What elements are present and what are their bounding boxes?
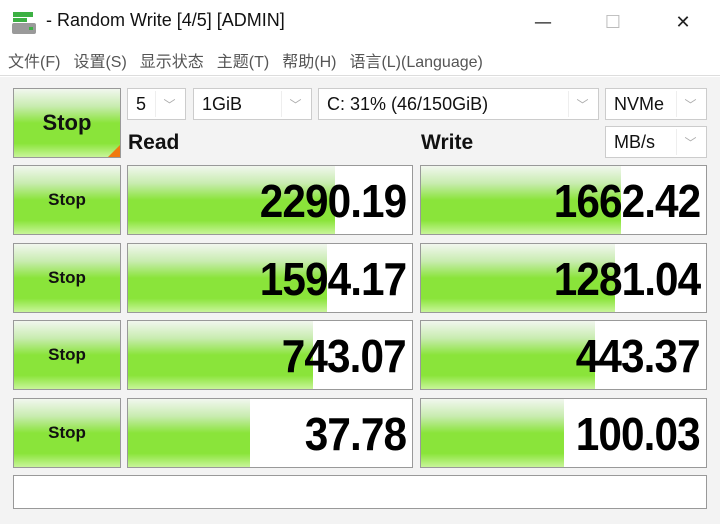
menu-bar: 文件(F) 设置(S) 显示状态 主题(T) 帮助(H) 语言(L)(Langu… — [0, 44, 720, 76]
write-result: 1281.04 — [420, 243, 707, 313]
read-result: 743.07 — [127, 320, 413, 390]
read-result: 2290.19 — [127, 165, 413, 235]
row-stop-label: Stop — [48, 423, 86, 442]
chevron-down-icon: ﹀ — [676, 91, 704, 117]
read-result: 1594.17 — [127, 243, 413, 313]
close-button[interactable]: ✕ — [660, 6, 706, 38]
row-stop-button[interactable]: Stop — [13, 243, 121, 313]
write-value: 100.03 — [576, 408, 701, 460]
close-icon: ✕ — [675, 11, 691, 33]
drive-select[interactable]: C: 31% (46/150GiB) ﹀ — [318, 88, 599, 120]
menu-language[interactable]: 语言(L)(Language) — [349, 48, 482, 72]
chevron-down-icon: ﹀ — [281, 91, 309, 117]
size-value: 1GiB — [202, 93, 243, 114]
write-value: 1662.42 — [553, 175, 700, 227]
row-stop-button[interactable]: Stop — [13, 398, 121, 468]
read-value: 2290.19 — [259, 175, 406, 227]
read-result: 37.78 — [127, 398, 413, 468]
row-stop-label: Stop — [48, 268, 86, 287]
minimize-button[interactable]: — — [520, 6, 566, 38]
minimize-icon: — — [534, 11, 552, 33]
mode-value: NVMe — [614, 93, 665, 114]
write-header: Write — [421, 131, 474, 154]
main-stop-label: Stop — [42, 110, 92, 135]
chevron-down-icon: ﹀ — [676, 129, 704, 155]
read-value: 37.78 — [304, 408, 407, 460]
window-title: - Random Write [4/5] [ADMIN] — [46, 10, 285, 30]
size-select[interactable]: 1GiB ﹀ — [193, 88, 312, 120]
menu-theme[interactable]: 主题(T) — [217, 48, 269, 72]
count-value: 5 — [136, 93, 147, 114]
read-value: 743.07 — [282, 330, 407, 382]
menu-help[interactable]: 帮助(H) — [282, 48, 336, 72]
write-bar — [421, 399, 564, 467]
mode-select[interactable]: NVMe ﹀ — [605, 88, 707, 120]
title-bar: - Random Write [4/5] [ADMIN] — ☐ ✕ — [0, 0, 720, 44]
row-stop-label: Stop — [48, 190, 86, 209]
maximize-button[interactable]: ☐ — [590, 6, 636, 38]
count-select[interactable]: 5 ﹀ — [127, 88, 186, 120]
row-stop-button[interactable]: Stop — [13, 320, 121, 390]
write-bar — [421, 321, 595, 389]
menu-display[interactable]: 显示状态 — [140, 48, 204, 72]
unit-select[interactable]: MB/s ﹀ — [605, 126, 707, 158]
drive-value: C: 31% (46/150GiB) — [327, 93, 489, 114]
write-value: 1281.04 — [553, 253, 700, 305]
read-header: Read — [128, 131, 180, 154]
write-result: 100.03 — [420, 398, 707, 468]
unit-value: MB/s — [614, 131, 656, 152]
write-result: 443.37 — [420, 320, 707, 390]
chevron-down-icon: ﹀ — [568, 91, 596, 117]
main-stop-button[interactable]: Stop — [13, 88, 121, 158]
disk-icon — [12, 12, 36, 34]
menu-file[interactable]: 文件(F) — [8, 48, 60, 72]
row-stop-label: Stop — [48, 345, 86, 364]
maximize-icon: ☐ — [604, 11, 622, 33]
write-result: 1662.42 — [420, 165, 707, 235]
chevron-down-icon: ﹀ — [155, 91, 183, 117]
read-value: 1594.17 — [259, 253, 406, 305]
corner-marker — [108, 145, 120, 157]
status-bar — [13, 475, 707, 509]
menu-settings[interactable]: 设置(S) — [73, 48, 126, 72]
row-stop-button[interactable]: Stop — [13, 165, 121, 235]
read-bar — [128, 399, 251, 467]
write-value: 443.37 — [576, 330, 701, 382]
